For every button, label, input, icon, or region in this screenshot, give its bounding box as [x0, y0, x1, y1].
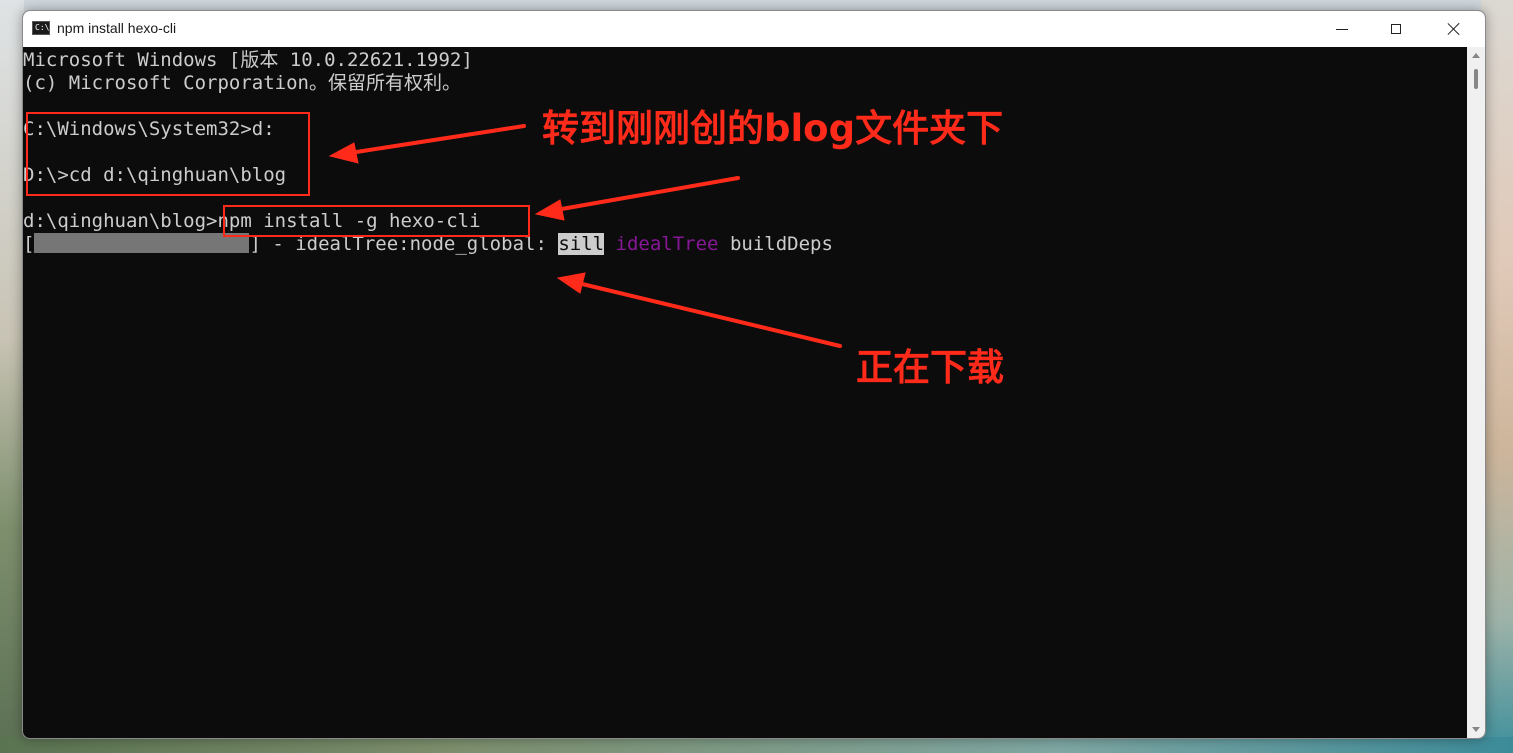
annotation-arrowhead-command: [534, 199, 565, 221]
annotation-arrowhead-folder: [328, 142, 359, 164]
annotation-arrow-folder: [348, 124, 526, 155]
annotation-arrow-command: [554, 176, 740, 212]
annotation-arrow-downloading: [576, 281, 842, 348]
annotation-arrowhead-downloading: [556, 272, 586, 294]
annotation-arrows: [328, 124, 842, 348]
